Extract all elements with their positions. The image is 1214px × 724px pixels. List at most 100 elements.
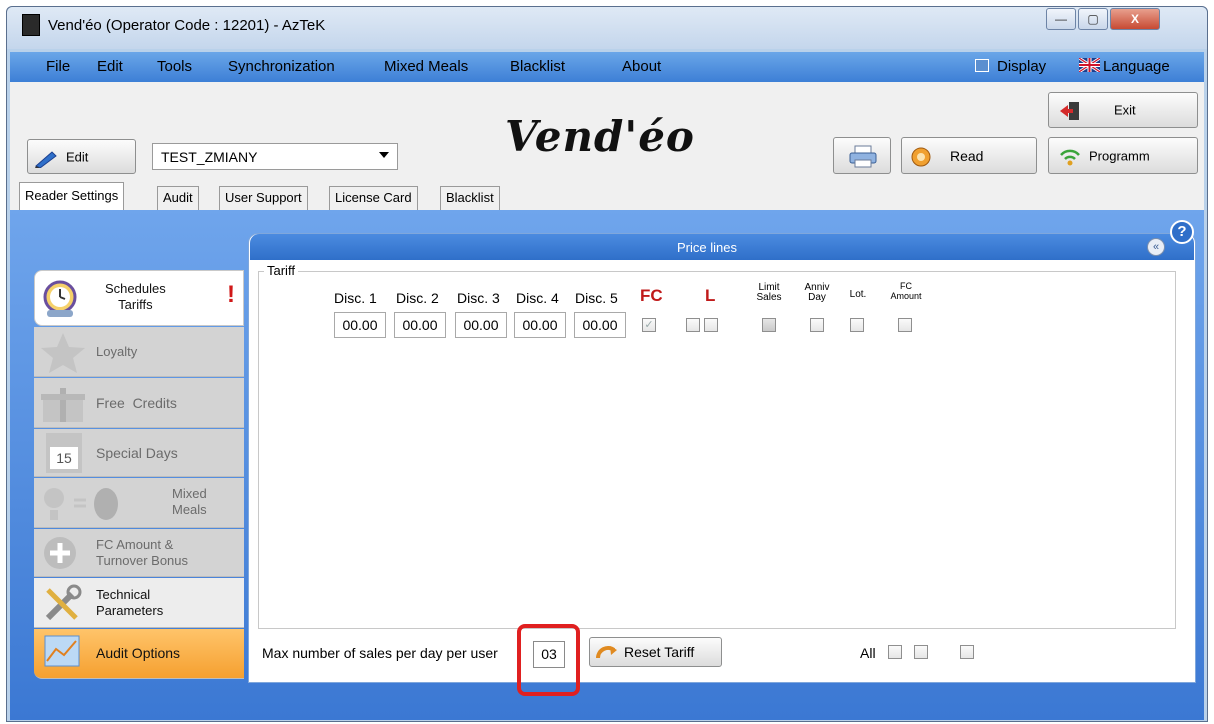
profile-select[interactable]: TEST_ZMIANY bbox=[152, 143, 398, 170]
sidebar-schedules-label: Schedules bbox=[105, 281, 166, 296]
anniv-day-checkbox[interactable] bbox=[810, 318, 824, 332]
printer-icon bbox=[848, 145, 878, 172]
sidebar-item-free-credits[interactable]: Free Credits bbox=[34, 378, 244, 428]
day-label: Day bbox=[808, 292, 826, 303]
programm-button[interactable]: Programm bbox=[1048, 137, 1198, 174]
wireless-icon bbox=[1059, 147, 1081, 170]
sidebar-item-fc-amount[interactable]: FC Amount & Turnover Bonus bbox=[34, 529, 244, 577]
lot-label: Lot. bbox=[849, 289, 867, 300]
sidebar-item-special-days[interactable]: 15 Special Days bbox=[34, 429, 244, 477]
tab-user-support[interactable]: User Support bbox=[219, 186, 308, 210]
all-checkbox-1[interactable] bbox=[888, 645, 902, 659]
sidebar-audit-options-label: Audit Options bbox=[96, 645, 181, 661]
close-button[interactable]: X bbox=[1110, 8, 1160, 30]
all-checkbox-3[interactable] bbox=[960, 645, 974, 659]
highlight-box bbox=[517, 624, 580, 696]
sidebar-item-loyalty[interactable]: Loyalty bbox=[34, 327, 244, 377]
disc-5-label: Disc. 5 bbox=[575, 290, 618, 306]
menu-mixed-meals[interactable]: Mixed Meals bbox=[384, 58, 468, 75]
sidebar-fc-amount-label: FC Amount & bbox=[96, 537, 174, 552]
collapse-icon[interactable]: « bbox=[1147, 238, 1165, 256]
tools-icon bbox=[42, 584, 82, 629]
disc-1-label: Disc. 1 bbox=[334, 290, 377, 306]
edit-button[interactable]: Edit bbox=[27, 139, 136, 174]
menu-display[interactable]: Display bbox=[997, 58, 1046, 75]
tariff-legend: Tariff bbox=[264, 263, 298, 278]
sidebar-turnover-label: Turnover Bonus bbox=[96, 553, 189, 568]
chevron-down-icon bbox=[379, 152, 389, 158]
menu-file[interactable]: File bbox=[46, 58, 70, 75]
l-label: L bbox=[705, 286, 716, 305]
disc-4-label: Disc. 4 bbox=[516, 290, 559, 306]
sidebar-free-credits-label: Free Credits bbox=[96, 395, 177, 411]
exit-button[interactable]: Exit bbox=[1048, 92, 1198, 128]
tab-blacklist[interactable]: Blacklist bbox=[440, 186, 500, 210]
panel-title: Price lines bbox=[677, 240, 737, 255]
read-button[interactable]: Read bbox=[901, 137, 1037, 174]
sidebar-special-days-label: Special Days bbox=[96, 445, 178, 461]
tab-license-card[interactable]: License Card bbox=[329, 186, 418, 210]
sidebar-item-mixed-meals[interactable]: Mixed Meals bbox=[34, 478, 244, 528]
menu-about[interactable]: About bbox=[622, 58, 661, 75]
l-checkbox-1[interactable] bbox=[686, 318, 700, 332]
tab-audit[interactable]: Audit bbox=[157, 186, 199, 210]
minimize-button[interactable]: — bbox=[1046, 8, 1076, 30]
alert-icon: ! bbox=[227, 281, 235, 308]
card-reader-icon bbox=[910, 146, 932, 171]
app-icon bbox=[22, 14, 40, 36]
profile-select-value: TEST_ZMIANY bbox=[161, 149, 258, 165]
chart-icon bbox=[44, 635, 80, 672]
reset-tariff-button[interactable]: Reset Tariff bbox=[589, 637, 722, 667]
disc-5-input[interactable]: 00.00 bbox=[574, 312, 626, 338]
exit-door-icon bbox=[1059, 101, 1081, 124]
sidebar-parameters-label: Parameters bbox=[96, 603, 164, 618]
tab-reader-settings[interactable]: Reader Settings bbox=[19, 182, 125, 210]
fc-amount-fc-label: FC bbox=[900, 281, 912, 291]
max-sales-label: Max number of sales per day per user bbox=[262, 645, 498, 661]
pencil-icon bbox=[34, 148, 58, 171]
sidebar-meals-label: Meals bbox=[172, 502, 207, 517]
fc-amount-checkbox[interactable] bbox=[898, 318, 912, 332]
gift-icon bbox=[40, 384, 86, 429]
menu-edit[interactable]: Edit bbox=[97, 58, 123, 75]
sales-label: Sales bbox=[756, 292, 782, 303]
disc-3-input[interactable]: 00.00 bbox=[455, 312, 507, 338]
limit-sales-checkbox[interactable] bbox=[762, 318, 776, 332]
sidebar-item-audit-options[interactable]: Audit Options bbox=[34, 629, 244, 679]
fc-checkbox[interactable]: ✓ bbox=[642, 318, 656, 332]
menu-blacklist[interactable]: Blacklist bbox=[510, 58, 565, 75]
sidebar-mixed-label: Mixed bbox=[172, 486, 207, 501]
maximize-button[interactable]: ▢ bbox=[1078, 8, 1108, 30]
all-checkbox-2[interactable] bbox=[914, 645, 928, 659]
menu-language[interactable]: Language bbox=[1103, 58, 1170, 75]
menu-tools[interactable]: Tools bbox=[157, 58, 192, 75]
lot-checkbox[interactable] bbox=[850, 318, 864, 332]
plus-icon bbox=[42, 535, 78, 576]
help-icon[interactable]: ? bbox=[1170, 220, 1194, 244]
menu-synchronization[interactable]: Synchronization bbox=[228, 58, 335, 75]
fc-amount-amount-label: Amount bbox=[890, 291, 922, 301]
calendar-icon: 15 bbox=[46, 433, 82, 473]
disc-2-input[interactable]: 00.00 bbox=[394, 312, 446, 338]
star-icon bbox=[38, 331, 88, 380]
disc-2-label: Disc. 2 bbox=[396, 290, 439, 306]
l-checkbox-2[interactable] bbox=[704, 318, 718, 332]
display-icon bbox=[975, 59, 989, 72]
all-label: All bbox=[860, 645, 876, 661]
fc-label: FC bbox=[640, 286, 663, 305]
disc-1-input[interactable]: 00.00 bbox=[334, 312, 386, 338]
reset-arrow-icon bbox=[596, 644, 618, 665]
sidebar-loyalty-label: Loyalty bbox=[96, 344, 138, 359]
window-title: Vend'éo (Operator Code : 12201) - AzTeK bbox=[48, 17, 326, 34]
mixed-meals-icon bbox=[40, 484, 120, 529]
sidebar-item-technical-parameters[interactable]: Technical Parameters bbox=[34, 578, 244, 628]
app-logo: Vend'éo bbox=[505, 112, 695, 161]
sidebar-tariffs-label: Tariffs bbox=[118, 297, 153, 312]
clock-icon bbox=[41, 279, 79, 324]
disc-3-label: Disc. 3 bbox=[457, 290, 500, 306]
sidebar-item-schedules-tariffs[interactable]: Schedules Tariffs ! bbox=[34, 270, 244, 326]
uk-flag-icon bbox=[1078, 56, 1101, 74]
sidebar-technical-label: Technical bbox=[96, 587, 151, 602]
print-button[interactable] bbox=[833, 137, 891, 174]
disc-4-input[interactable]: 00.00 bbox=[514, 312, 566, 338]
